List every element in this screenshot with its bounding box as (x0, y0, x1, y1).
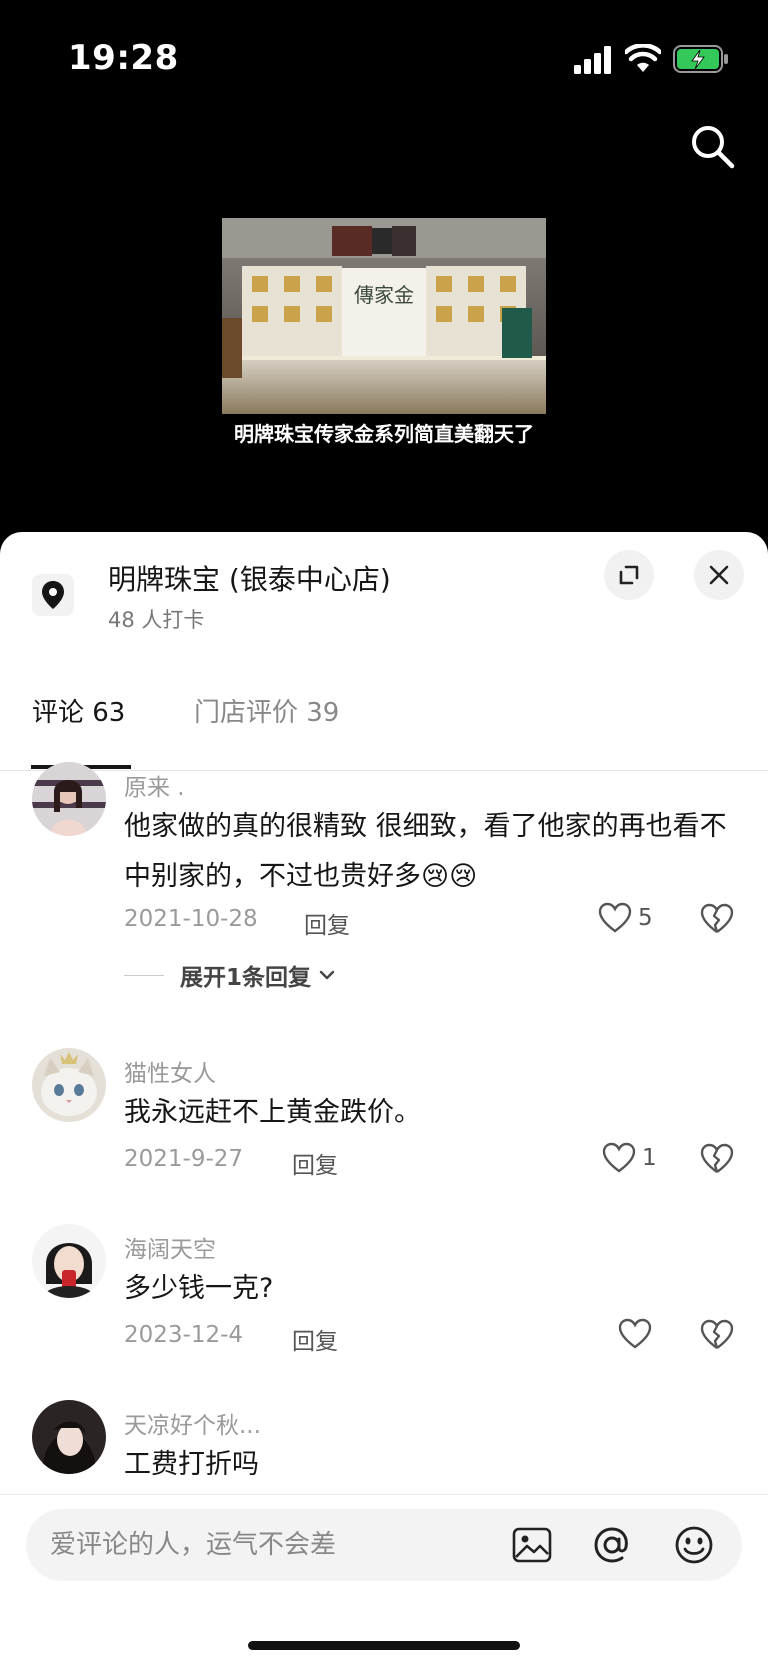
search-icon[interactable] (688, 122, 736, 170)
reply-button[interactable]: 回复 (292, 1322, 338, 1356)
home-indicator (248, 1641, 520, 1650)
avatar[interactable] (32, 1400, 106, 1474)
like-count: 5 (638, 905, 653, 931)
comment-text: 我永远赶不上黄金跌价。 (124, 1097, 421, 1128)
tab-comments[interactable]: 评论 63 (32, 692, 125, 729)
broken-heart-icon[interactable] (700, 1318, 734, 1352)
comment-date: 2021-9-27 (124, 1146, 244, 1172)
expand-icon (619, 565, 639, 585)
video-thumbnail[interactable]: 傳家金 (222, 218, 546, 414)
comment-text: 工费打折吗 (124, 1449, 259, 1480)
store-sign-text: 傳家金 (354, 283, 414, 307)
expand-replies-button[interactable]: 展开1条回复 (124, 958, 337, 992)
status-time: 19:28 (68, 38, 179, 78)
comment-username[interactable]: 海阔天空 (124, 1230, 216, 1264)
comment-text: 他家做的真的很精致 很细致，看了他家的再也看不中别家的，不过也贵好多😢😢 (124, 811, 727, 892)
comment-username[interactable]: 原来 . (124, 768, 185, 802)
broken-heart-icon[interactable] (700, 1142, 734, 1176)
wifi-icon (625, 44, 661, 72)
like-count: 1 (642, 1145, 657, 1171)
comment-date: 2023-12-4 (124, 1322, 244, 1348)
comment-username[interactable]: 天凉好个秋... (124, 1406, 261, 1440)
store-name[interactable]: 明牌珠宝 (银泰中心店) (108, 558, 391, 598)
heart-icon (618, 1318, 652, 1349)
avatar[interactable] (32, 762, 106, 836)
like-button[interactable] (618, 1318, 652, 1350)
like-button[interactable]: 1 (602, 1142, 657, 1174)
divider (124, 974, 164, 976)
heart-icon (598, 902, 632, 933)
emoji-icon[interactable] (672, 1523, 716, 1567)
avatar[interactable] (32, 1224, 106, 1298)
image-icon[interactable] (510, 1523, 554, 1567)
broken-heart-icon[interactable] (700, 902, 734, 936)
battery-icon (673, 45, 728, 73)
comments-sheet: 明牌珠宝 (银泰中心店) 48 人打卡 评论 63 门店评价 39 原来 . 他… (0, 532, 768, 1663)
at-icon[interactable] (590, 1523, 634, 1567)
comment-input-bar (0, 1494, 768, 1663)
expand-replies-label: 展开1条回复 (180, 965, 312, 991)
tab-bar: 评论 63 门店评价 39 (0, 682, 768, 771)
comment-username[interactable]: 猫性女人 (124, 1054, 216, 1088)
comment-input-wrapper (26, 1509, 742, 1581)
close-button[interactable] (694, 550, 744, 600)
close-icon (709, 565, 729, 585)
status-bar: 19:28 (0, 0, 768, 120)
comment-text: 多少钱一克? (124, 1273, 274, 1304)
video-caption: 明牌珠宝传家金系列简直美翻天了 (234, 422, 534, 446)
tab-store-reviews[interactable]: 门店评价 39 (194, 692, 339, 729)
chevron-down-icon (319, 970, 335, 980)
location-pin-icon (32, 574, 74, 616)
checkin-count: 48 人打卡 (108, 608, 205, 632)
store-display-image: 傳家金 (222, 218, 546, 414)
reply-button[interactable]: 回复 (304, 906, 350, 940)
expand-button[interactable] (604, 550, 654, 600)
like-button[interactable]: 5 (598, 902, 653, 934)
comment-input[interactable] (50, 1523, 500, 1567)
avatar[interactable] (32, 1048, 106, 1122)
comment-date: 2021-10-28 (124, 906, 258, 932)
signal-icon (574, 46, 611, 74)
heart-icon (602, 1142, 636, 1173)
reply-button[interactable]: 回复 (292, 1146, 338, 1180)
